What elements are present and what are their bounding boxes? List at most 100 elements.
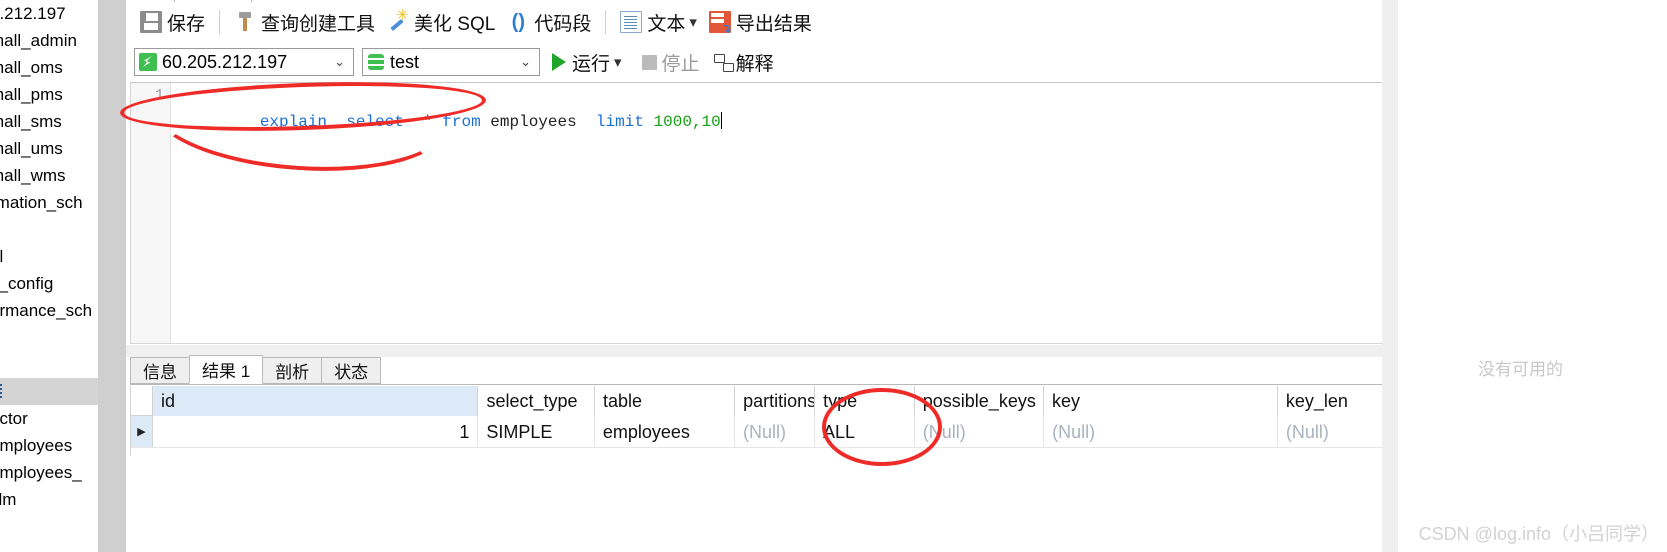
code-snippet-button[interactable]: () 代码段 — [501, 6, 597, 38]
grid-header-key[interactable]: key — [1044, 386, 1278, 416]
sidebar-item-actor[interactable]: actor — [0, 405, 98, 432]
sidebar-item-information-schema[interactable]: rmation_sch — [0, 189, 98, 216]
sidebar-item-mall-admin[interactable]: mall_admin — [0, 27, 98, 54]
database-select[interactable]: test ⌄ — [362, 48, 540, 76]
cell-partitions[interactable]: (Null) — [735, 416, 816, 448]
token-select: select — [346, 113, 404, 131]
object-tree-sidebar[interactable]: 5.212.197 mall_admin mall_oms mall_pms m… — [0, 0, 98, 552]
line-number-1: 1 — [154, 87, 164, 104]
result-grid[interactable]: id select_type table partitions type pos… — [130, 386, 1416, 456]
query-builder-icon — [234, 11, 256, 33]
chevron-down-icon[interactable]: ⌄ — [330, 54, 349, 70]
tab-status[interactable]: 状态 — [321, 357, 382, 384]
query-builder-button[interactable]: 查询创建工具 — [228, 6, 381, 38]
database-stack-icon — [367, 53, 385, 71]
connection-bar: 60.205.212.197 ⌄ test ⌄ 运行 ▾ 停止 解释 — [126, 44, 1420, 80]
database-select-value: test — [390, 51, 420, 72]
grid-header-possible-keys[interactable]: possible_keys — [914, 386, 1045, 416]
run-button[interactable]: 运行 ▾ — [552, 46, 628, 78]
token-space-2 — [404, 113, 423, 131]
token-space-3 — [433, 113, 443, 131]
token-explain: explain — [259, 113, 328, 131]
cell-id[interactable]: 1 — [153, 416, 479, 448]
sidebar-item-employees[interactable]: employees — [0, 432, 98, 459]
cell-table[interactable]: employees — [595, 416, 735, 448]
sidebar-item-mall-oms[interactable]: mall_oms — [0, 54, 98, 81]
stop-button-label: 停止 — [661, 53, 700, 75]
beautify-sql-label: 美化 SQL — [414, 13, 496, 35]
text-mode-caret-icon[interactable]: ▾ — [689, 13, 697, 31]
chevron-down-icon-db[interactable]: ⌄ — [516, 54, 535, 70]
grid-header-id[interactable]: id — [153, 386, 479, 416]
cell-possible-keys[interactable]: (Null) — [915, 416, 1045, 448]
sidebar-gap-3 — [0, 351, 98, 378]
tab-info[interactable]: 信息 — [130, 357, 190, 384]
mysql-dolphin-icon — [139, 53, 157, 71]
explain-button-label: 解释 — [735, 53, 774, 75]
cell-select-type[interactable]: SIMPLE — [478, 416, 595, 448]
grid-header-select-type[interactable]: select_type — [478, 386, 595, 416]
cell-type[interactable]: ALL — [815, 416, 915, 448]
grid-header-partitions[interactable]: partitions — [735, 386, 816, 416]
token-limit-args: 1000,10 — [653, 113, 721, 131]
query-builder-label: 查询创建工具 — [261, 13, 376, 35]
sidebar-item-mall-sms[interactable]: mall_sms — [0, 108, 98, 135]
token-from: from — [442, 113, 481, 131]
sidebar-item-film[interactable]: film — [0, 486, 98, 513]
run-caret-icon[interactable]: ▾ — [614, 53, 622, 71]
text-mode-button[interactable]: 文本 ▾ — [614, 6, 703, 38]
sql-editor[interactable]: 1 explain select * from employees limit … — [130, 82, 1416, 344]
query-toolbar: 保存 查询创建工具 美化 SQL () 代码段 文本 ▾ — [126, 2, 1420, 42]
sidebar-splitter[interactable] — [98, 0, 126, 552]
sidebar-item-employees-2[interactable]: employees_ — [0, 459, 98, 486]
code-snippet-icon: () — [511, 11, 525, 33]
explain-button[interactable]: 解释 — [700, 46, 774, 78]
tab-profile[interactable]: 剖析 — [262, 357, 323, 384]
text-document-icon — [620, 11, 643, 33]
sidebar-item-mall-ums[interactable]: mall_ums — [0, 135, 98, 162]
save-icon — [140, 11, 162, 33]
explain-plan-icon — [713, 53, 734, 72]
text-mode-label: 文本 — [647, 13, 686, 35]
cell-key[interactable]: (Null) — [1044, 416, 1278, 448]
sidebar-item-sys-config[interactable]: s_config — [0, 270, 98, 297]
toolbar-separator-2 — [605, 10, 607, 34]
right-gray-strip — [1382, 0, 1398, 552]
no-data-message: 没有可用的 — [1478, 360, 1563, 379]
sidebar-gap-2 — [0, 324, 98, 351]
sidebar-item-connection[interactable]: 5.212.197 — [0, 0, 98, 27]
export-results-label: 导出结果 — [735, 13, 812, 35]
token-limit: limit — [595, 113, 644, 131]
save-button[interactable]: 保存 — [134, 6, 211, 38]
sql-code-line[interactable]: explain select * from employees limit 10… — [183, 83, 722, 161]
sidebar-item-mall-wms[interactable]: mall_wms — [0, 162, 98, 189]
stop-button: 停止 — [628, 46, 700, 78]
sidebar-item-tables-folder[interactable] — [0, 378, 98, 405]
toolbar-separator-1 — [219, 10, 221, 34]
text-cursor — [720, 112, 722, 129]
beautify-wand-icon — [387, 6, 409, 33]
result-tab-bar: 信息 结果 1 剖析 状态 — [130, 355, 1416, 385]
grid-corner-cell — [131, 386, 153, 416]
sidebar-item-mysql[interactable]: ql — [0, 243, 98, 270]
grid-header-table[interactable]: table — [594, 386, 736, 416]
query-panel: 保存 查询创建工具 美化 SQL () 代码段 文本 ▾ — [126, 0, 1506, 552]
tab-result-1[interactable]: 结果 1 — [189, 355, 264, 384]
table-row[interactable]: ▶ 1 SIMPLE employees (Null) ALL (Null) (… — [131, 416, 1416, 448]
grid-header-type[interactable]: type — [815, 386, 915, 416]
sidebar-item-mall-pms[interactable]: mall_pms — [0, 81, 98, 108]
execution-controls: 运行 ▾ 停止 解释 — [552, 46, 774, 78]
host-select-value: 60.205.212.197 — [162, 51, 288, 72]
editor-result-splitter[interactable] — [126, 345, 1420, 357]
row-indicator[interactable]: ▶ — [131, 416, 153, 447]
beautify-sql-button[interactable]: 美化 SQL — [381, 6, 501, 38]
token-star: * — [423, 113, 433, 131]
token-space-4 — [481, 113, 491, 131]
stop-square-icon — [641, 54, 657, 70]
navicat-query-editor-window: 5.212.197 mall_admin mall_oms mall_pms m… — [0, 0, 1667, 552]
token-table-name: employees — [490, 113, 577, 131]
host-select[interactable]: 60.205.212.197 ⌄ — [134, 48, 354, 76]
sidebar-item-performance-schema[interactable]: ormance_sch — [0, 297, 98, 324]
export-results-button[interactable]: 导出结果 — [703, 6, 818, 38]
watermark-text: CSDN @log.info（小吕同学） — [1418, 524, 1659, 544]
